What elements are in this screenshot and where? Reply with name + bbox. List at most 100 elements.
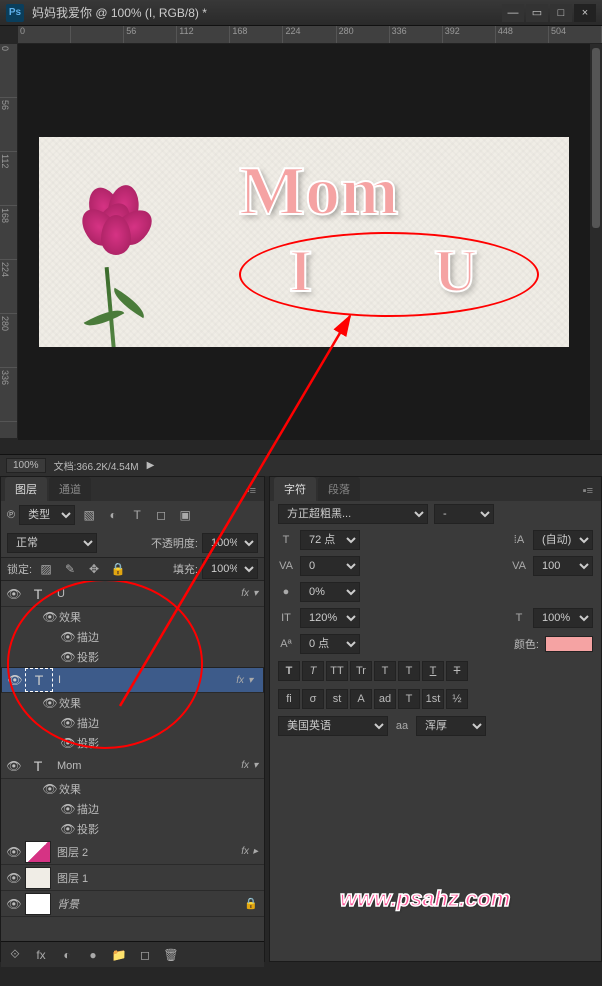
language-select[interactable]: 美国英语 [278, 716, 388, 736]
swash-btn[interactable]: A [350, 689, 372, 709]
visibility-icon[interactable]: 👁 [5, 759, 23, 773]
effect-shadow[interactable]: 👁投影 [1, 647, 264, 667]
layer-name[interactable]: 图层 1 [51, 870, 264, 886]
ruler-vertical[interactable]: 056112168224280336 [0, 44, 18, 438]
adjustment-icon[interactable]: ● [83, 946, 103, 964]
ruler-horizontal[interactable]: 056112168224280336392448504 [18, 26, 602, 44]
super-btn[interactable]: T [374, 661, 396, 681]
trash-icon[interactable]: 🗑 [161, 946, 181, 964]
layer-u[interactable]: 👁 T U fx▾ [1, 581, 264, 607]
tab-character[interactable]: 字符 [274, 477, 316, 501]
lock-trans-icon[interactable]: ▨ [36, 560, 56, 578]
effect-stroke[interactable]: 👁描边 [1, 713, 264, 733]
mask-icon[interactable]: ◐ [57, 946, 77, 964]
ordinal-btn[interactable]: 1st [422, 689, 444, 709]
tab-paragraph[interactable]: 段落 [318, 477, 360, 501]
tab-layers[interactable]: 图层 [5, 477, 47, 501]
bold-btn[interactable]: T [278, 661, 300, 681]
sub-btn[interactable]: T [398, 661, 420, 681]
kerning-select[interactable]: 0 [300, 556, 360, 576]
layer-name[interactable]: 背景 [51, 896, 244, 912]
effects-row[interactable]: 👁效果 [1, 607, 264, 627]
close-button[interactable]: × [574, 4, 596, 22]
panel-menu-icon[interactable]: ▪≡ [238, 481, 264, 501]
effect-shadow[interactable]: 👁投影 [1, 733, 264, 753]
strike-btn[interactable]: T [446, 661, 468, 681]
app-logo: Ps [6, 4, 24, 22]
doc-size: 文档:366.2K/4.54M [54, 458, 139, 473]
panel-menu-icon[interactable]: ▪≡ [575, 481, 601, 501]
lock-pixel-icon[interactable]: ✎ [60, 560, 80, 578]
italic-btn[interactable]: T [302, 661, 324, 681]
antialias-select[interactable]: 浑厚 [416, 716, 486, 736]
visibility-icon[interactable]: 👁 [5, 587, 23, 601]
link-layers-icon[interactable]: ⟐ [5, 946, 25, 964]
tracking-icon: VA [511, 560, 527, 572]
layer-name[interactable]: U [51, 588, 241, 600]
opentype-row: fi σ st A ad T 1st ½ [270, 685, 601, 713]
underline-btn[interactable]: T [422, 661, 444, 681]
baseline-select[interactable]: 0 点 [300, 634, 360, 654]
contextual-btn[interactable]: σ [302, 689, 324, 709]
blend-mode-select[interactable]: 正常 [7, 533, 97, 553]
visibility-icon[interactable]: 👁 [5, 897, 23, 911]
smallcaps-btn[interactable]: Tr [350, 661, 372, 681]
workspace[interactable]: Mom I U [18, 44, 590, 440]
restore-button[interactable]: ▭ [526, 4, 548, 22]
stylistic-btn[interactable]: ad [374, 689, 396, 709]
discretionary-btn[interactable]: st [326, 689, 348, 709]
lock-pos-icon[interactable]: ✥ [84, 560, 104, 578]
layer-i[interactable]: 👁 T I fx▾ [1, 667, 264, 693]
fill-select[interactable]: 100% [202, 559, 258, 579]
maximize-button[interactable]: □ [550, 4, 572, 22]
font-family-select[interactable]: 方正超粗黑... [278, 504, 428, 524]
hscale-select[interactable]: 100% [533, 608, 593, 628]
layer-bg[interactable]: 👁 背景 🔒 [1, 891, 264, 917]
effects-row[interactable]: 👁效果 [1, 779, 264, 799]
fx-icon[interactable]: fx [31, 946, 51, 964]
layer-1[interactable]: 👁 图层 1 [1, 865, 264, 891]
fraction-btn[interactable]: ½ [446, 689, 468, 709]
new-layer-icon[interactable]: ◻ [135, 946, 155, 964]
filter-shape-icon[interactable]: ◻ [151, 506, 171, 524]
tracking-select[interactable]: 100 [533, 556, 593, 576]
opacity-select[interactable]: 100% [202, 533, 258, 553]
layer-mom[interactable]: 👁 T Mom fx▾ [1, 753, 264, 779]
layer-name[interactable]: Mom [51, 760, 241, 772]
type-style-row: T T TT Tr T T T T [270, 657, 601, 685]
visibility-icon[interactable]: 👁 [5, 871, 23, 885]
effect-shadow[interactable]: 👁投影 [1, 819, 264, 839]
zoom-level[interactable]: 100% [6, 458, 46, 473]
layer-list[interactable]: 👁 T U fx▾ 👁效果 👁描边 👁投影 👁 T I fx▾ 👁效果 👁描边 … [1, 581, 264, 941]
document[interactable]: Mom I U [39, 137, 569, 347]
folder-icon[interactable]: 📁 [109, 946, 129, 964]
visibility-icon[interactable]: 👁 [6, 673, 24, 687]
text-mom: Mom [239, 152, 398, 232]
minimize-button[interactable]: — [502, 4, 524, 22]
allcaps-btn[interactable]: TT [326, 661, 348, 681]
vscale-select[interactable]: 120% [300, 608, 360, 628]
visibility-icon[interactable]: 👁 [5, 845, 23, 859]
color-swatch[interactable] [545, 636, 593, 652]
ligature-btn[interactable]: fi [278, 689, 300, 709]
layer-name[interactable]: 图层 2 [51, 844, 241, 860]
effect-stroke[interactable]: 👁描边 [1, 627, 264, 647]
filter-pixel-icon[interactable]: ▧ [79, 506, 99, 524]
tab-channels[interactable]: 通道 [49, 477, 91, 501]
filter-smart-icon[interactable]: ▣ [175, 506, 195, 524]
filter-type-icon[interactable]: T [127, 506, 147, 524]
effects-row[interactable]: 👁效果 [1, 693, 264, 713]
layer-name[interactable]: I [52, 674, 236, 686]
kind-select[interactable]: 类型 [19, 505, 75, 525]
lock-all-icon[interactable]: 🔒 [108, 560, 128, 578]
effect-stroke[interactable]: 👁描边 [1, 799, 264, 819]
titling-btn[interactable]: T [398, 689, 420, 709]
font-style-select[interactable]: - [434, 504, 494, 524]
filter-adjust-icon[interactable]: ◐ [103, 506, 123, 524]
layer-2[interactable]: 👁 图层 2 fx▸ [1, 839, 264, 865]
vertical-scrollbar[interactable] [590, 44, 602, 440]
status-arrow-icon[interactable]: ▶ [147, 460, 155, 471]
font-size-select[interactable]: 72 点 [300, 530, 360, 550]
scale-select[interactable]: 0% [300, 582, 360, 602]
leading-select[interactable]: (自动) [533, 530, 593, 550]
